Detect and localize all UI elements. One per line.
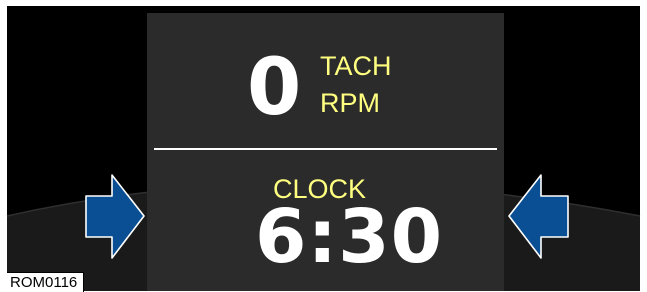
instrument-cluster-figure: 0 TACH RPM CLOCK 6:30 ROM0116 — [0, 0, 647, 292]
clock-time: 6:30 — [255, 194, 444, 280]
figure-code-label: ROM0116 — [7, 272, 85, 292]
message-center-screen: 0 TACH RPM CLOCK 6:30 — [147, 13, 504, 291]
tachometer-value: 0 — [247, 43, 301, 133]
tach-label: TACH — [320, 51, 392, 81]
section-divider — [154, 148, 497, 150]
rpm-label: RPM — [320, 88, 380, 118]
